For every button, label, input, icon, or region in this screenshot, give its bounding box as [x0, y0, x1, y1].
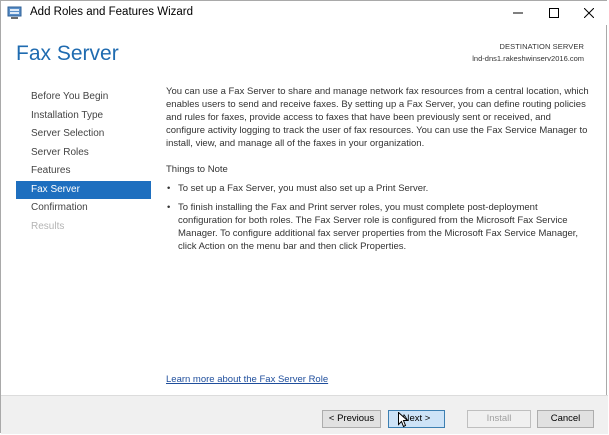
nav-item-confirmation[interactable]: Confirmation [16, 199, 151, 218]
nav-item-before-you-begin[interactable]: Before You Begin [16, 88, 151, 107]
nav-item-server-roles[interactable]: Server Roles [16, 144, 151, 163]
notes-list: • To set up a Fax Server, you must also … [166, 182, 592, 253]
cancel-button[interactable]: Cancel [537, 410, 594, 428]
note-text: To set up a Fax Server, you must also se… [178, 183, 429, 194]
bullet: • [167, 202, 171, 213]
list-item: • To set up a Fax Server, you must also … [166, 182, 592, 195]
nav-item-results: Results [31, 220, 65, 232]
nav-item-server-selection[interactable]: Server Selection [16, 125, 151, 144]
next-button[interactable]: Next > [388, 410, 445, 428]
page-title: Fax Server [16, 42, 119, 65]
window-title: Add Roles and Features Wizard [30, 6, 193, 18]
note-text: To finish installing the Fax and Print s… [178, 202, 579, 252]
nav-item-fax-server[interactable]: Fax Server [16, 180, 151, 199]
maximize-icon [549, 8, 559, 18]
nav-item-features[interactable]: Features [16, 162, 151, 181]
minimize-button[interactable] [501, 1, 535, 25]
title-bar[interactable]: Add Roles and Features Wizard [1, 1, 608, 25]
previous-button[interactable]: < Previous [322, 410, 381, 428]
install-button: Install [467, 410, 531, 428]
wizard-nav: Before You Begin Installation Type Serve… [16, 88, 151, 236]
bullet: • [167, 183, 171, 194]
nav-item-installation-type[interactable]: Installation Type [16, 107, 151, 126]
intro-paragraph: You can use a Fax Server to share and ma… [166, 86, 589, 149]
destination-server-name: lnd-dns1.rakeshwinserv2016.com [472, 54, 584, 63]
list-item: • To finish installing the Fax and Print… [166, 201, 592, 253]
minimize-icon [513, 12, 523, 14]
maximize-button[interactable] [537, 1, 571, 25]
destination-server-label: DESTINATION SERVER [499, 42, 584, 51]
server-manager-icon [7, 6, 23, 20]
mouse-cursor-icon [398, 411, 409, 433]
notes-heading: Things to Note [166, 164, 228, 175]
wizard-window: Add Roles and Features Wizard Fax Server… [0, 0, 608, 434]
learn-more-link[interactable]: Learn more about the Fax Server Role [166, 374, 328, 385]
content-pane: You can use a Fax Server to share and ma… [166, 85, 592, 259]
close-icon [584, 8, 594, 18]
close-button[interactable] [572, 1, 606, 25]
